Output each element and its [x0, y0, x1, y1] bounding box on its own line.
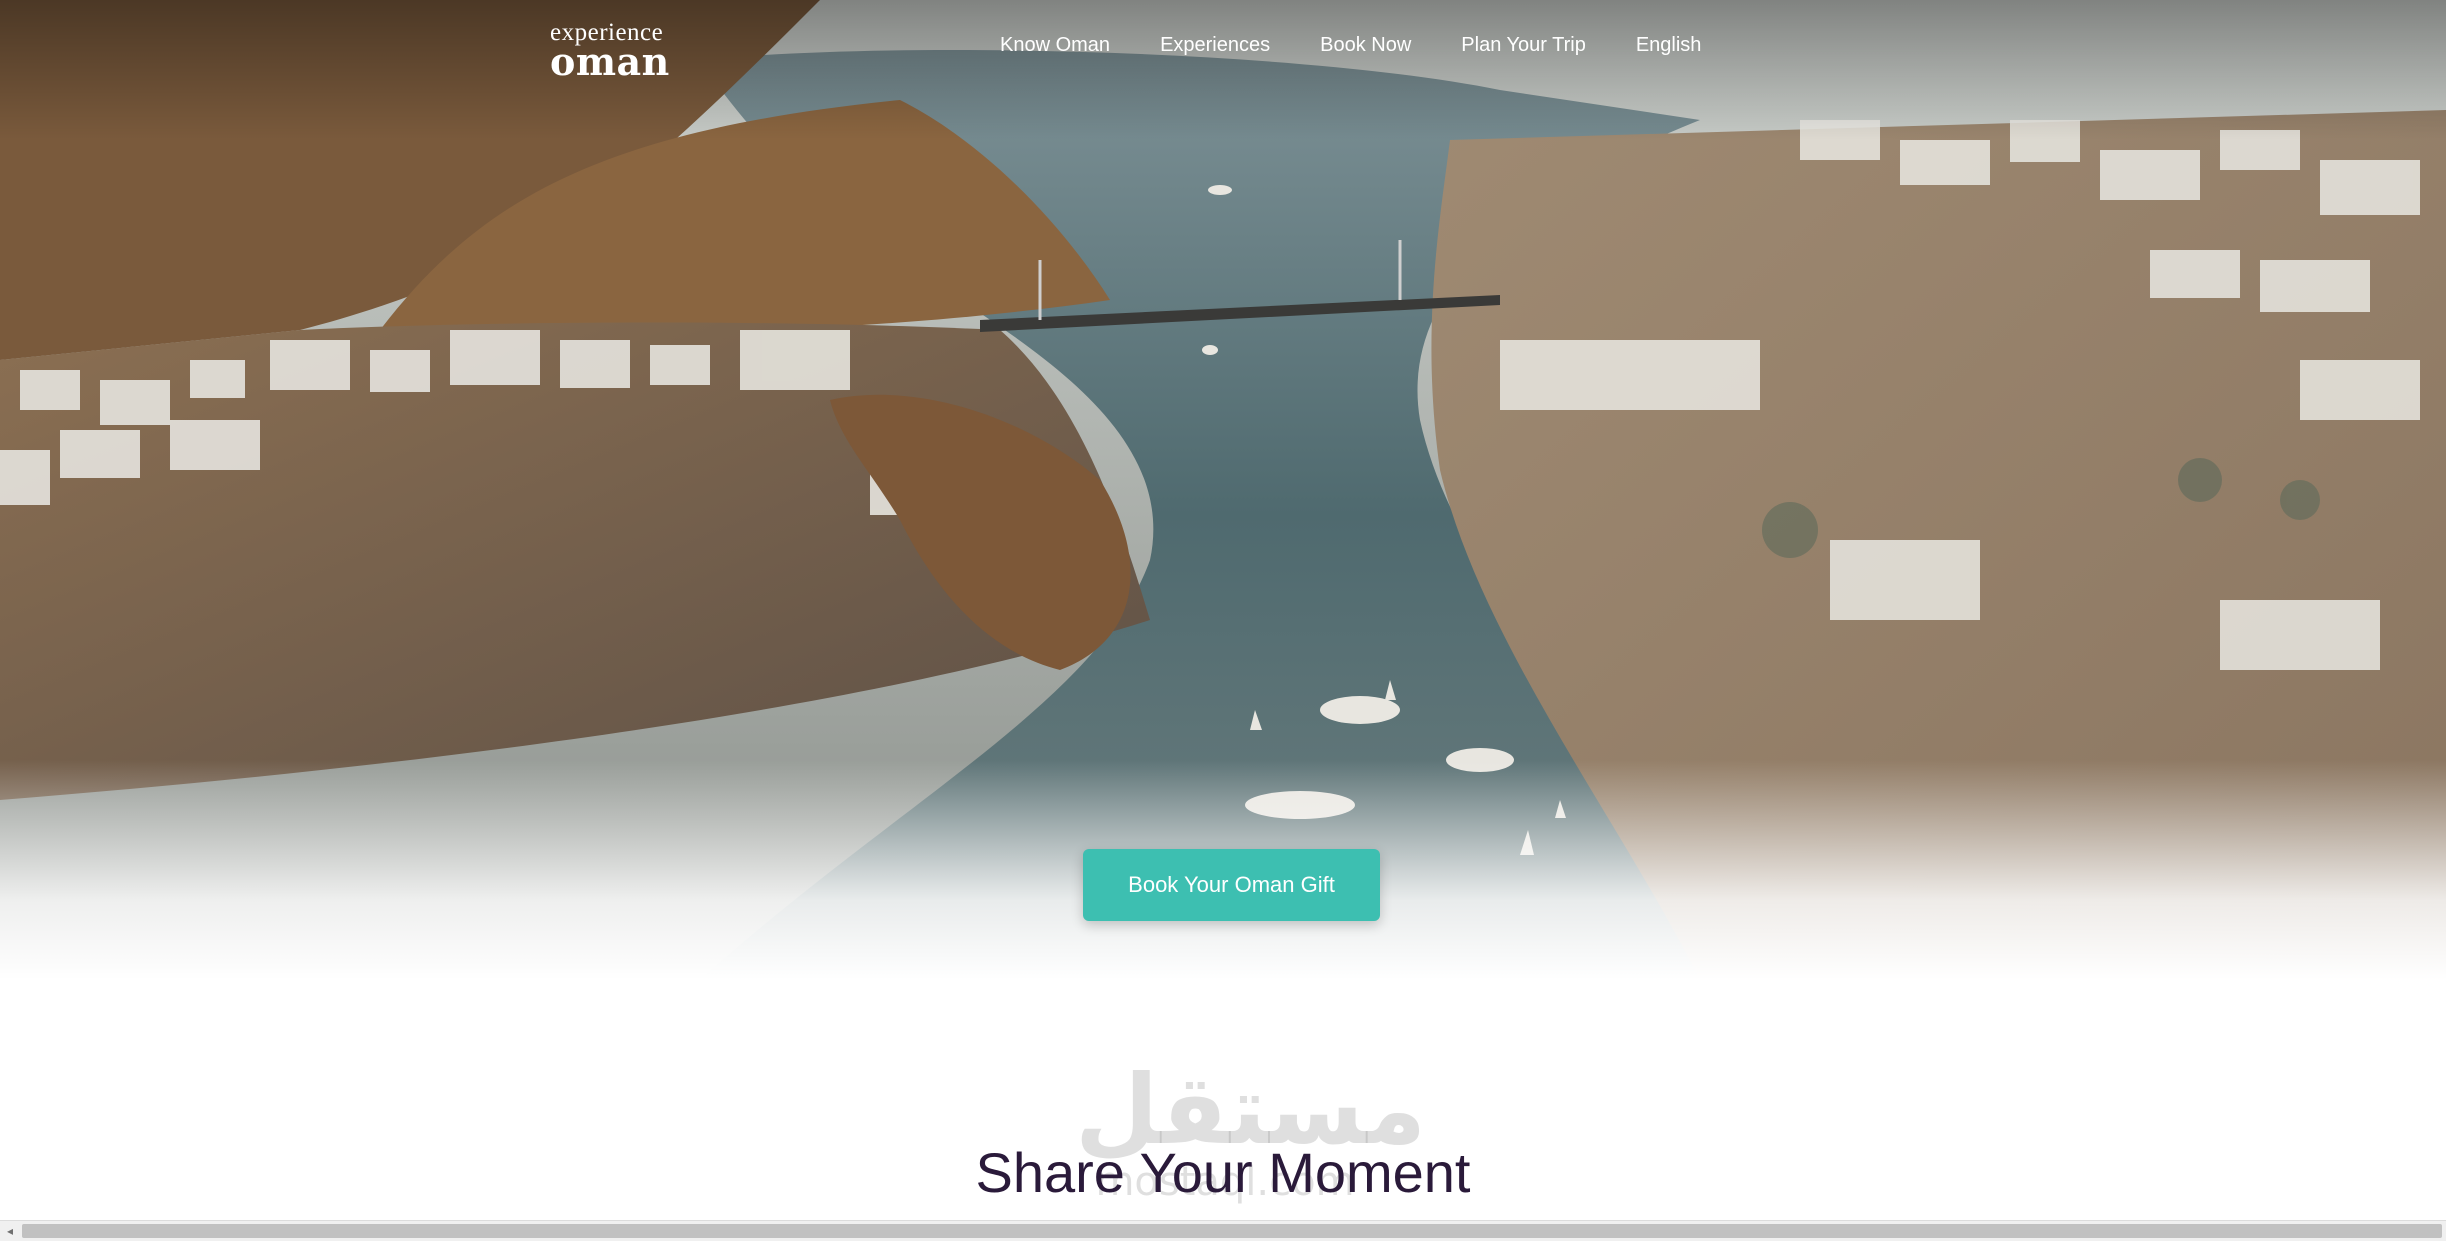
section-title: Share Your Moment: [975, 1141, 1471, 1204]
horizontal-scrollbar[interactable]: ◂: [0, 1220, 2446, 1241]
nav-know-oman[interactable]: Know Oman: [1000, 34, 1110, 57]
experience-oman-logo[interactable]: experience oman: [550, 20, 670, 81]
hero-banner: experience oman Know Oman Experiences Bo…: [0, 0, 2446, 980]
hero-aerial-image: [0, 0, 2446, 980]
language-selector[interactable]: English: [1636, 34, 1702, 57]
main-nav: Know Oman Experiences Book Now Plan Your…: [1000, 34, 1701, 57]
logo-line-oman: oman: [550, 39, 670, 84]
book-oman-gift-button[interactable]: Book Your Oman Gift: [1083, 849, 1380, 921]
nav-experiences[interactable]: Experiences: [1160, 34, 1270, 57]
nav-book-now[interactable]: Book Now: [1320, 34, 1411, 57]
nav-plan-your-trip[interactable]: Plan Your Trip: [1461, 34, 1586, 57]
scroll-left-arrow-icon[interactable]: ◂: [0, 1221, 20, 1241]
scrollbar-thumb[interactable]: [22, 1224, 2442, 1238]
